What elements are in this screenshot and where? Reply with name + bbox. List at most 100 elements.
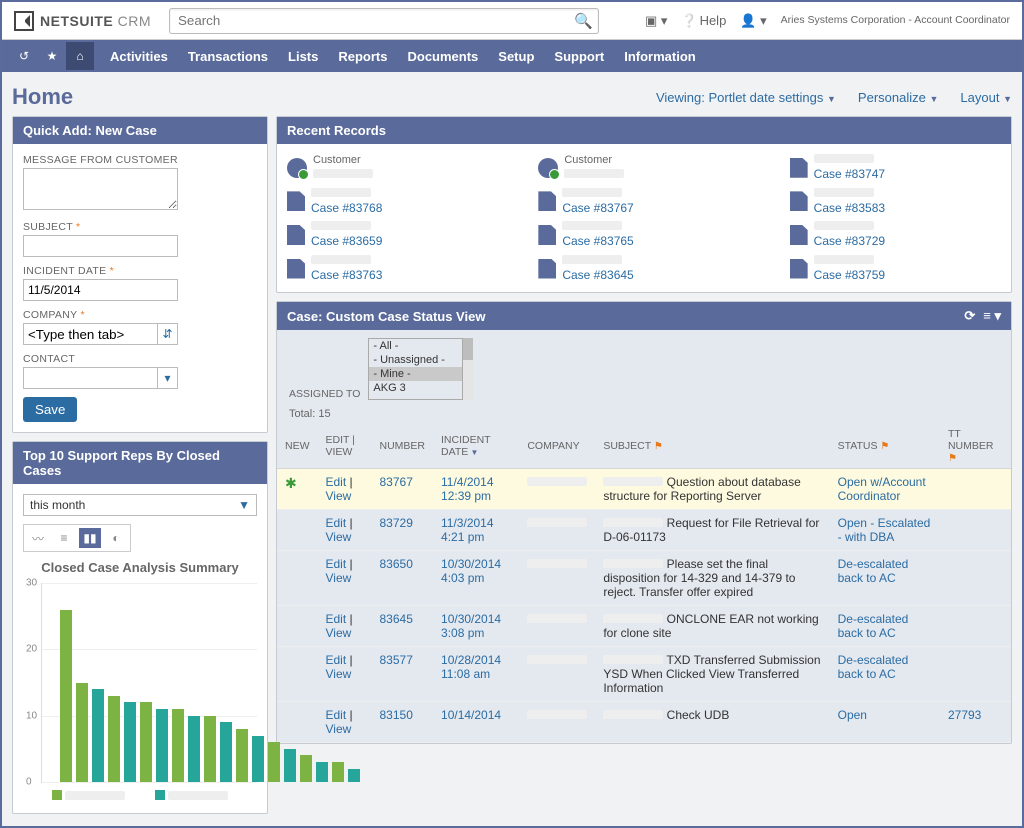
edit-link[interactable]: Edit	[326, 475, 347, 489]
col-company[interactable]: COMPANY	[519, 424, 595, 469]
chart-type-line[interactable]: 〰	[27, 528, 49, 548]
table-row: Edit | View8365010/30/20144:03 pm Please…	[277, 551, 1011, 606]
company-input[interactable]	[23, 323, 158, 345]
menu-icon[interactable]: ≡ ▾	[983, 308, 1001, 324]
contact-input[interactable]	[23, 367, 158, 389]
recent-record-link[interactable]: Case #83768	[311, 201, 382, 215]
viewing-settings[interactable]: Viewing: Portlet date settings ▼	[656, 90, 836, 105]
col-subject[interactable]: SUBJECT ⚑	[595, 424, 829, 469]
recent-record[interactable]: Case #83763	[287, 255, 498, 283]
view-link[interactable]: View	[326, 530, 352, 544]
nav-lists[interactable]: Lists	[278, 41, 328, 72]
recent-record[interactable]: Case #83729	[790, 221, 1001, 249]
feedback-icon[interactable]: ▣ ▾	[645, 13, 667, 29]
home-icon[interactable]: ⌂	[66, 42, 94, 70]
label-company: COMPANY	[23, 309, 257, 321]
page: Home Viewing: Portlet date settings ▼ Pe…	[2, 72, 1022, 826]
recent-record[interactable]: Case #83645	[538, 255, 749, 283]
user-menu[interactable]: 👤 ▾	[740, 13, 766, 29]
edit-link[interactable]: Edit	[326, 516, 347, 530]
recent-record-link[interactable]: Case #83747	[814, 167, 885, 181]
col-status[interactable]: STATUS ⚑	[830, 424, 940, 469]
recent-record-link[interactable]: Case #83729	[814, 234, 885, 248]
recent-record-link[interactable]: Case #83583	[814, 201, 885, 215]
layout-button[interactable]: Layout ▼	[960, 90, 1012, 105]
col-editview[interactable]: EDIT | VIEW	[318, 424, 372, 469]
nav-support[interactable]: Support	[544, 41, 614, 72]
search-icon[interactable]: 🔍	[574, 12, 593, 30]
recent-record-link[interactable]: Case #83767	[562, 201, 633, 215]
document-icon	[538, 225, 556, 245]
filter-option[interactable]: - Mine -	[369, 367, 462, 381]
nav-reports[interactable]: Reports	[328, 41, 397, 72]
case-number-link[interactable]: 83645	[380, 612, 413, 626]
case-number-link[interactable]: 83577	[380, 653, 413, 667]
view-link[interactable]: View	[326, 489, 352, 503]
filter-option[interactable]: AKG 3	[369, 381, 462, 395]
tt-cell	[940, 606, 1011, 647]
favorites-icon[interactable]: ★	[38, 42, 66, 70]
recent-record[interactable]: Case #83659	[287, 221, 498, 249]
customer-icon	[287, 158, 307, 178]
filter-option[interactable]: - Unassigned -	[369, 353, 462, 367]
edit-link[interactable]: Edit	[326, 557, 347, 571]
recent-record[interactable]: Case #83759	[790, 255, 1001, 283]
incident-date-input[interactable]	[23, 279, 178, 301]
nav-setup[interactable]: Setup	[488, 41, 544, 72]
case-number-link[interactable]: 83767	[380, 475, 413, 489]
personalize-button[interactable]: Personalize ▼	[858, 90, 938, 105]
contact-dropdown-icon[interactable]: ▾	[158, 367, 178, 389]
company-dropdown-icon[interactable]: ⇵	[158, 323, 178, 345]
recent-record[interactable]: Case #83765	[538, 221, 749, 249]
nav-transactions[interactable]: Transactions	[178, 41, 278, 72]
recent-record-link[interactable]	[564, 167, 624, 181]
recent-record[interactable]: Case #83767	[538, 188, 749, 216]
refresh-icon[interactable]: ⟳	[964, 308, 975, 324]
recent-record-link[interactable]: Case #83759	[814, 268, 885, 282]
status-cell: De-escalated back to AC	[838, 557, 909, 585]
nav-documents[interactable]: Documents	[397, 41, 488, 72]
case-number-link[interactable]: 83729	[380, 516, 413, 530]
recent-record-link[interactable]: Case #83765	[562, 234, 633, 248]
period-select[interactable]: this month▼	[23, 494, 257, 516]
subject-input[interactable]	[23, 235, 178, 257]
assigned-to-label: ASSIGNED TO	[289, 388, 360, 400]
recent-record[interactable]: Case #83768	[287, 188, 498, 216]
col-new[interactable]: NEW	[277, 424, 318, 469]
document-icon	[538, 191, 556, 211]
case-number-link[interactable]: 83150	[380, 708, 413, 722]
recent-record-link[interactable]: Case #83763	[311, 268, 382, 282]
case-number-link[interactable]: 83650	[380, 557, 413, 571]
recent-record-link[interactable]: Case #83645	[562, 268, 633, 282]
nav-information[interactable]: Information	[614, 41, 706, 72]
scrollbar[interactable]	[463, 338, 473, 400]
nav-activities[interactable]: Activities	[100, 41, 178, 72]
filter-option[interactable]: - All -	[369, 339, 462, 353]
message-textarea[interactable]	[23, 168, 178, 210]
recent-record[interactable]: Customer	[287, 154, 498, 182]
recent-record[interactable]: Case #83583	[790, 188, 1001, 216]
chart-type-bar[interactable]: ▮▮	[79, 528, 101, 548]
recent-record-type	[311, 221, 382, 234]
tt-cell	[940, 510, 1011, 551]
col-incident-date[interactable]: INCIDENT DATE	[433, 424, 519, 469]
recent-record-link[interactable]: Case #83659	[311, 234, 382, 248]
status-cell: Open	[838, 708, 867, 722]
recent-record[interactable]: Customer	[538, 154, 749, 182]
chart-title: Closed Case Analysis Summary	[23, 560, 257, 575]
chart-type-pie[interactable]: ◐	[105, 528, 127, 548]
save-button[interactable]: Save	[23, 397, 77, 422]
company-cell	[527, 518, 587, 527]
quick-add-title: Quick Add: New Case	[13, 117, 267, 144]
top10-title: Top 10 Support Reps By Closed Cases	[13, 442, 267, 484]
help-button[interactable]: ❔ Help	[681, 13, 726, 29]
history-icon[interactable]: ↺	[10, 42, 38, 70]
recent-record-link[interactable]	[313, 167, 373, 181]
recent-record[interactable]: Case #83747	[790, 154, 1001, 182]
col-number[interactable]: NUMBER	[372, 424, 434, 469]
table-row: Edit | View8315010/14/2014 Check UDBOpen…	[277, 702, 1011, 743]
chart-type-hbar[interactable]: ≡	[53, 528, 75, 548]
assigned-to-list[interactable]: - All -- Unassigned -- Mine -AKG 3	[368, 338, 463, 400]
col-ttnumber[interactable]: TT NUMBER ⚑	[940, 424, 1011, 469]
search-input[interactable]	[169, 8, 599, 34]
